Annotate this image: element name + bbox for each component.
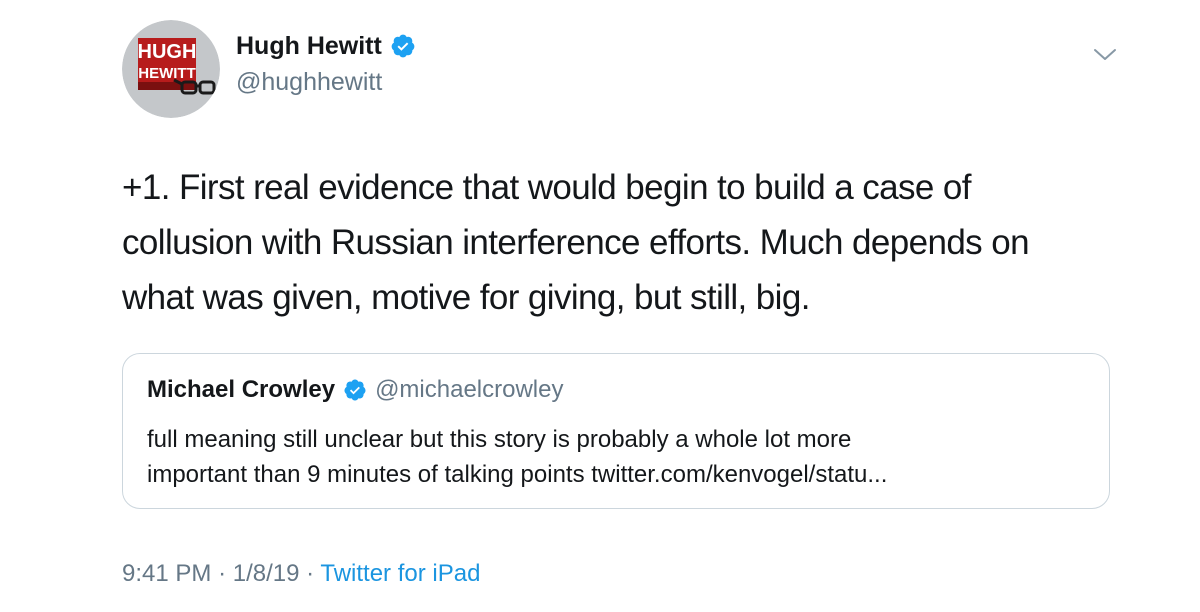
tweet-source-link[interactable]: Twitter for iPad [320,560,480,587]
tweet-text: +1. First real evidence that would begin… [122,160,1102,325]
author-display-name[interactable]: Hugh Hewitt [236,30,382,62]
author-info[interactable]: Hugh Hewitt @hughhewitt [236,30,416,98]
quoted-tweet-text: full meaning still unclear but this stor… [147,422,1087,492]
tweet-text-line: collusion with Russian interference effo… [122,223,1030,262]
quoted-text-line: important than 9 minutes of talking poin… [147,461,888,488]
verified-badge-icon [390,33,416,59]
chevron-down-icon[interactable] [1092,46,1118,64]
quoted-tweet-header: Michael Crowley @michaelcrowley [147,374,563,406]
tweet-meta: 9:41 PM · 1/8/19 · Twitter for iPad [122,558,480,590]
quoted-author-name: Michael Crowley [147,376,336,403]
tweet-text-line: +1. First real evidence that would begin… [122,168,971,207]
tweet: HUGH HEWITT Hugh Hewitt @hughhewitt +1. … [0,0,1200,612]
quoted-tweet-card[interactable]: Michael Crowley @michaelcrowley full mea… [122,353,1110,509]
verified-badge-icon [343,378,367,402]
meta-separator: · [218,560,227,587]
tweet-date[interactable]: 1/8/19 [233,560,300,587]
avatar-logo-line2: HEWITT [138,65,196,82]
avatar[interactable]: HUGH HEWITT [122,20,220,118]
hugh-hewitt-logo: HUGH HEWITT [122,20,220,118]
quoted-text-line: full meaning still unclear but this stor… [147,426,852,453]
quoted-author-handle: @michaelcrowley [375,376,564,403]
author-name-row: Hugh Hewitt [236,30,416,62]
meta-separator: · [306,560,315,587]
tweet-time[interactable]: 9:41 PM [122,560,211,587]
avatar-logo-line1: HUGH [138,41,197,63]
author-handle[interactable]: @hughhewitt [236,66,416,98]
tweet-text-line: what was given, motive for giving, but s… [122,278,810,317]
